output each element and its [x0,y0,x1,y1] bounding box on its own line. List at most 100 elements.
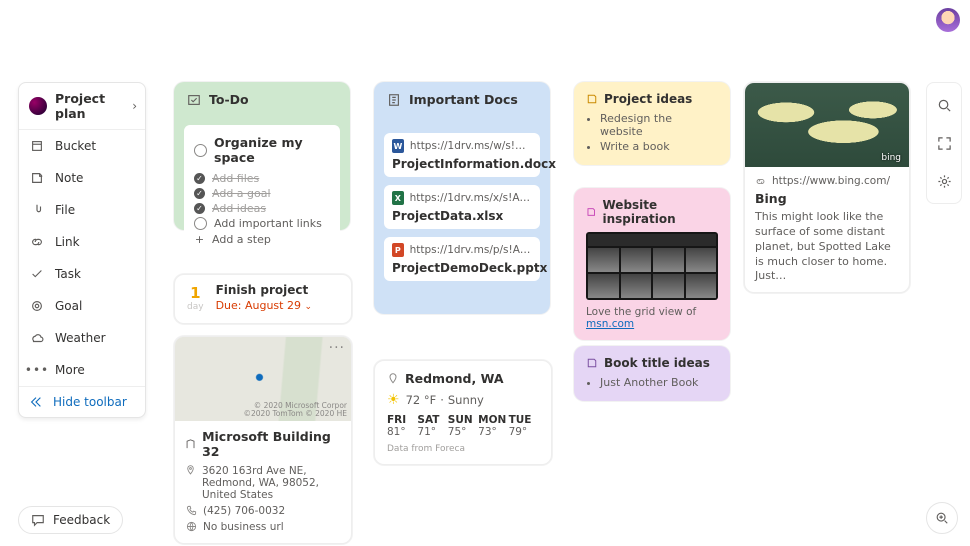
search-button[interactable] [930,91,958,119]
building-icon [185,438,196,450]
map-thumbnail[interactable]: ··· © 2020 Microsoft Corpor ©2020 TomTom… [175,337,351,421]
feedback-button[interactable]: Feedback [18,506,123,534]
todo-step[interactable]: Add a goal [194,186,330,201]
goal-due-button[interactable]: Due: August 29 ⌄ [216,299,339,312]
weather-cond: Sunny [448,393,484,407]
weather-day: SAT [417,414,447,426]
todo-step[interactable]: Add files [194,171,330,186]
user-avatar[interactable] [936,8,960,32]
location-phone-row: (425) 706-0032 [185,503,341,519]
docs-title: Important Docs [409,92,518,107]
toolbar-label: Link [55,235,80,249]
toolbar-item-task[interactable]: Task [19,258,145,290]
breadcrumb-sep: | [202,13,212,28]
zoom-button[interactable] [926,502,958,534]
doc-filename: ProjectInformation.docx [392,157,532,171]
check-icon[interactable] [194,188,205,199]
app-launcher-button[interactable] [0,13,40,27]
check-icon[interactable] [194,203,205,214]
toolbar-label: Note [55,171,83,185]
search-icon [937,98,952,113]
present-icon [834,12,850,28]
skype-button[interactable] [788,0,824,40]
weather-card[interactable]: Redmond, WA ☀ 72 °F · Sunny FRI SAT SUN … [374,360,552,465]
toolbar-item-note[interactable]: Note [19,162,145,194]
waffle-icon [13,13,27,27]
fullscreen-button[interactable] [930,129,958,157]
pin-icon [185,465,196,476]
todo-task-title: Organize my space [214,135,330,165]
circle-icon[interactable] [194,217,207,230]
plan-switcher[interactable]: Project plan › [19,83,145,130]
chevrons-left-icon [29,395,43,409]
note-icon [29,170,45,186]
note-title: Website inspiration [603,198,719,226]
todo-title-row: To-Do [186,92,338,107]
globe-icon [185,521,197,532]
todo-icon [186,92,201,107]
card-menu-button[interactable]: ··· [329,340,345,356]
phone-icon [185,505,197,516]
todo-step-text: Add a goal [212,187,271,200]
help-button[interactable]: ? [896,0,932,40]
doc-item[interactable]: https://1drv.ms/x/s!Ah9B3… ProjectData.x… [384,185,540,229]
link-title: Bing [755,191,899,206]
note-icon [586,357,598,369]
note-body: Redesign the website Write a book [586,112,718,153]
toolbar-label: Bucket [55,139,96,153]
docs-card[interactable]: Important Docs https://1drv.ms/w/s!Ah9B…… [374,82,550,314]
note-image [586,232,718,300]
toolbar-label: File [55,203,75,217]
weather-source: Data from Foreca [387,444,539,454]
chevron-down-icon: ⌄ [304,302,312,312]
help-icon: ? [910,12,917,28]
doc-item[interactable]: https://1drv.ms/w/s!Ah9B… ProjectInforma… [384,133,540,177]
settings-button[interactable] [860,0,896,40]
plan-avatar [29,97,47,115]
note-book-ideas[interactable]: Book title ideas Just Another Book [574,346,730,401]
doc-item[interactable]: https://1drv.ms/p/s!Ah9B3… ProjectDemoDe… [384,237,540,281]
todo-card[interactable]: To-Do Organize my space Add files Add a … [174,82,350,230]
note-icon [586,206,597,218]
canvas-settings-button[interactable] [930,167,958,195]
doc-filename: ProjectDemoDeck.pptx [392,261,532,275]
workspace-canvas[interactable]: Project plan › Bucket Note File Link Tas… [0,40,970,546]
hide-toolbar-button[interactable]: Hide toolbar [19,386,145,417]
goal-count-num: 1 [190,284,200,302]
toolbar-item-file[interactable]: File [19,194,145,226]
present-button[interactable] [824,0,860,40]
goal-title: Finish project [216,283,339,297]
skype-icon [798,12,814,28]
location-card[interactable]: ··· © 2020 Microsoft Corpor ©2020 TomTom… [174,336,352,544]
todo-task[interactable]: Organize my space Add files Add a goal A… [184,125,340,254]
note-caption-link[interactable]: msn.com [586,318,634,330]
toolbar-item-bucket[interactable]: Bucket [19,130,145,162]
todo-add-step[interactable]: +Add a step [194,233,330,246]
todo-task-title-row: Organize my space [194,135,330,165]
link-url-row: https://www.bing.com/ [755,175,899,187]
weather-icon [29,330,45,346]
more-icon: ••• [29,362,45,378]
file-icon [29,202,45,218]
toolbar-item-more[interactable]: ••• More [19,354,145,386]
location-name: Microsoft Building 32 [202,429,341,459]
toolbar-item-link[interactable]: Link [19,226,145,258]
circle-icon[interactable] [194,144,207,157]
toolbar-item-goal[interactable]: Goal [19,290,145,322]
goal-card[interactable]: 1 day Finish project Due: August 29 ⌄ [174,274,352,324]
powerpoint-file-icon [392,243,404,257]
note-title-row: Book title ideas [586,356,718,370]
weather-day: MON [478,414,508,426]
toolbar-item-weather[interactable]: Weather [19,322,145,354]
check-icon[interactable] [194,173,205,184]
location-url-row: No business url [185,519,341,535]
todo-step[interactable]: Add important links [194,216,330,231]
map-attribution: © 2020 Microsoft Corpor ©2020 TomTom © 2… [244,402,348,419]
note-project-ideas[interactable]: Project ideas Redesign the website Write… [574,82,730,165]
link-card[interactable]: bing https://www.bing.com/ Bing This mig… [744,82,910,293]
gear-icon [937,174,952,189]
note-website-inspiration[interactable]: Website inspiration Love the grid view o… [574,188,730,340]
task-icon [29,266,45,282]
app-title: Project Moca preview | Project plan [40,13,306,28]
todo-step[interactable]: Add ideas [194,201,330,216]
